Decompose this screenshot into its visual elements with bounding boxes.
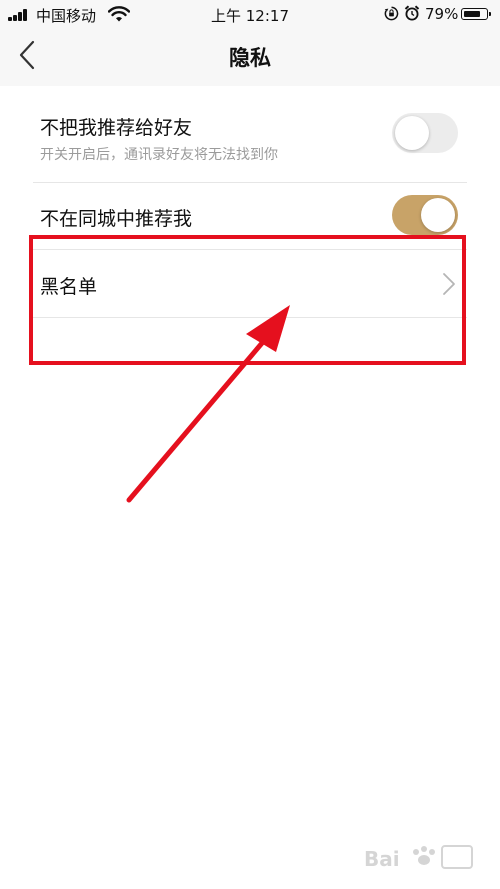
toggle-knob <box>395 116 429 150</box>
setting-recommend-to-friends: 不把我推荐给好友 开关开启后，通讯录好友将无法找到你 <box>0 86 500 183</box>
page-title: 隐私 <box>229 46 271 70</box>
setting-description: 开关开启后，通讯录好友将无法找到你 <box>40 147 278 163</box>
recommend-to-friends-toggle[interactable] <box>392 113 458 153</box>
highlight-box <box>29 235 466 365</box>
setting-label: 不在同城中推荐我 <box>40 208 193 230</box>
navigation-bar: 隐私 <box>0 28 500 86</box>
baidu-watermark: Bai <box>364 845 473 871</box>
setting-label: 不把我推荐给好友 <box>40 117 193 139</box>
alarm-icon <box>404 5 420 21</box>
rotation-lock-icon <box>384 6 399 21</box>
battery-icon <box>461 8 491 20</box>
toggle-knob <box>421 198 455 232</box>
battery-percent: 79% <box>425 5 459 23</box>
status-bar: 中国移动 上午 12:17 79% <box>0 0 500 28</box>
svg-text:Bai: Bai <box>364 847 400 871</box>
same-city-recommend-toggle[interactable] <box>392 195 458 235</box>
